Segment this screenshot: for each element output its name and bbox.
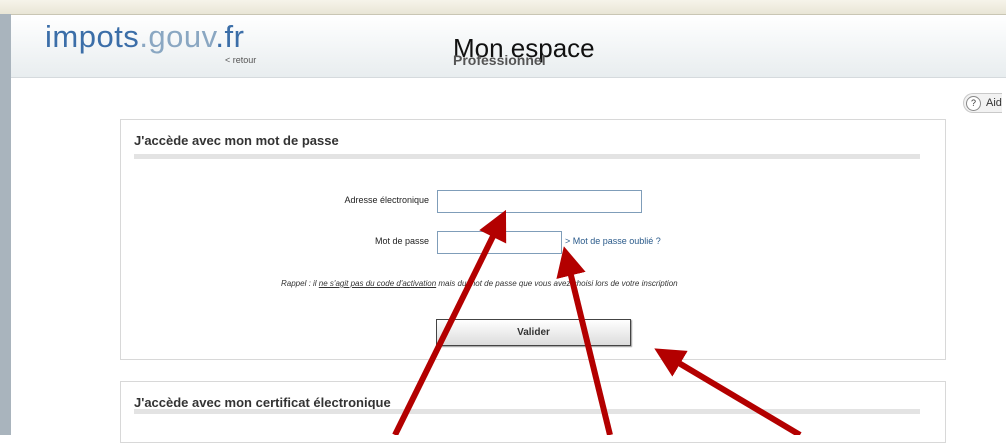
annotation-arrows: [392, 209, 802, 435]
arrow-to-email-field: [392, 209, 507, 435]
arrow-to-password-field: [556, 246, 613, 435]
arrow-to-validate-button: [654, 348, 802, 435]
